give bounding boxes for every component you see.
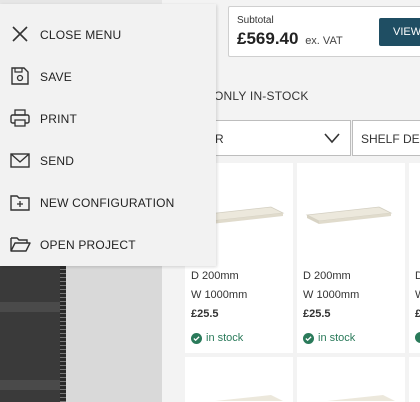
mail-icon <box>10 153 30 168</box>
subtotal-value: £569.40 <box>237 29 299 48</box>
menu-item-print[interactable]: PRINT <box>0 100 216 136</box>
product-width: W 1000mm <box>191 289 248 301</box>
chevron-down-icon <box>324 133 340 144</box>
product-price: £25.5 <box>303 308 331 320</box>
check-circle-icon <box>191 332 202 344</box>
canvas-stripe <box>0 302 60 312</box>
canvas-stripe <box>0 380 60 390</box>
filter-select-value: R <box>215 132 224 146</box>
product-card[interactable]: D 200mm W 1000mm £25.5 in stock <box>297 163 405 353</box>
shelf-image <box>215 395 283 401</box>
print-icon <box>10 109 30 127</box>
product-depth: D 200mm <box>303 270 351 282</box>
shelf-image <box>305 206 393 224</box>
new-folder-icon <box>10 195 30 211</box>
product-width: W <box>415 289 420 301</box>
product-card[interactable] <box>409 357 420 402</box>
menu-item-open-project[interactable]: OPEN PROJECT <box>0 226 216 262</box>
vat-note: ex. VAT <box>305 35 343 47</box>
shelf-depth-filter[interactable]: SHELF DEP <box>352 120 420 156</box>
menu-item-close[interactable]: CLOSE MENU <box>0 16 216 52</box>
menu-item-label: SAVE <box>40 70 72 84</box>
shelf-depth-label: SHELF DEP <box>361 132 420 146</box>
product-price: £25.5 <box>191 308 219 320</box>
product-width: W 1000mm <box>303 289 360 301</box>
subtotal-value-row: £569.40 ex. VAT <box>237 29 343 49</box>
product-card[interactable] <box>297 357 405 402</box>
save-icon <box>11 67 29 85</box>
subtotal-box: Subtotal £569.40 ex. VAT VIEW <box>228 6 420 57</box>
product-card[interactable] <box>185 357 293 402</box>
stock-status <box>415 332 420 343</box>
check-circle-icon <box>303 332 314 344</box>
stock-status: in stock <box>303 332 355 344</box>
menu-item-label: NEW CONFIGURATION <box>40 196 175 210</box>
menu-item-new-configuration[interactable]: NEW CONFIGURATION <box>0 184 216 220</box>
canvas-dark-panel <box>0 262 60 402</box>
stock-label: in stock <box>206 332 244 344</box>
shelf-image <box>327 395 395 401</box>
product-price: £ <box>415 308 420 320</box>
menu-item-label: SEND <box>40 154 75 168</box>
stock-label: in stock <box>318 332 356 344</box>
product-depth: D 200mm <box>191 270 239 282</box>
menu-item-label: PRINT <box>40 112 77 126</box>
canvas-floor <box>66 262 162 402</box>
product-depth: D <box>415 270 420 282</box>
subtotal-label: Subtotal <box>237 15 274 26</box>
main-menu: CLOSE MENU SAVE PRINT SEND NEW CONFIGURA… <box>0 4 216 266</box>
view-button[interactable]: VIEW <box>379 18 420 46</box>
product-card[interactable]: D W £ <box>409 163 420 353</box>
stock-status: in stock <box>191 332 243 344</box>
only-in-stock-toggle[interactable]: ONLY IN-STOCK <box>214 89 309 103</box>
menu-item-label: CLOSE MENU <box>40 28 122 42</box>
menu-item-send[interactable]: SEND <box>0 142 216 178</box>
menu-item-label: OPEN PROJECT <box>40 238 136 252</box>
close-icon <box>12 26 28 42</box>
check-circle-icon <box>415 332 420 343</box>
menu-item-save[interactable]: SAVE <box>0 58 216 94</box>
open-folder-icon <box>10 237 31 252</box>
